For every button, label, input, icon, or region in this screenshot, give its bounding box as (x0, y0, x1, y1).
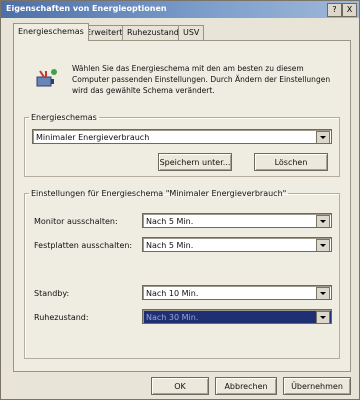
title-bar[interactable]: Eigenschaften von Energieoptionen ? X (1, 1, 359, 18)
tab-energieschemas[interactable]: Energieschemas (13, 23, 89, 41)
apply-button[interactable]: Übernehmen (283, 377, 351, 395)
monitor-timeout-value: Nach 5 Min. (146, 217, 194, 226)
disks-timeout-select[interactable]: Nach 5 Min. (142, 237, 332, 252)
power-plug-icon (36, 69, 57, 87)
close-button[interactable]: X (342, 3, 357, 17)
hibernate-timeout-select[interactable]: Nach 30 Min. (142, 309, 332, 324)
standby-timeout-select[interactable]: Nach 10 Min. (142, 285, 332, 300)
delete-button[interactable]: Löschen (254, 153, 328, 171)
settings-legend: Einstellungen für Energieschema "Minimal… (31, 189, 287, 198)
tab-ruhezustand[interactable]: Ruhezustand (122, 25, 184, 40)
tab-panel-energieschemas: Wählen Sie das Energieschema mit den am … (13, 40, 351, 372)
chevron-down-icon[interactable] (316, 287, 330, 299)
window-title: Eigenschaften von Energieoptionen (6, 4, 167, 13)
help-button[interactable]: ? (327, 3, 342, 17)
scheme-select-value: Minimaler Energieverbrauch (36, 133, 150, 142)
disks-timeout-value: Nach 5 Min. (146, 241, 194, 250)
ok-button[interactable]: OK (151, 377, 209, 395)
monitor-label: Monitor ausschalten: (34, 217, 118, 226)
disks-label: Festplatten ausschalten: (34, 241, 133, 250)
chevron-down-icon[interactable] (316, 239, 330, 251)
schemes-legend: Energieschemas (31, 113, 97, 122)
scheme-select[interactable]: Minimaler Energieverbrauch (32, 129, 332, 144)
hibernate-timeout-value: Nach 30 Min. (146, 313, 199, 322)
chevron-down-icon[interactable] (316, 311, 330, 323)
standby-label: Standby: (34, 289, 70, 298)
hibernate-label: Ruhezustand: (34, 313, 89, 322)
cancel-button[interactable]: Abbrechen (215, 377, 277, 395)
standby-timeout-value: Nach 10 Min. (146, 289, 199, 298)
tab-usv[interactable]: USV (178, 25, 205, 40)
chevron-down-icon[interactable] (316, 215, 330, 227)
save-as-button[interactable]: Speichern unter... (158, 153, 232, 171)
properties-dialog: Eigenschaften von Energieoptionen ? X En… (0, 0, 360, 400)
info-text: Wählen Sie das Energieschema mit den am … (72, 64, 331, 95)
monitor-timeout-select[interactable]: Nach 5 Min. (142, 213, 332, 228)
chevron-down-icon[interactable] (316, 131, 330, 143)
